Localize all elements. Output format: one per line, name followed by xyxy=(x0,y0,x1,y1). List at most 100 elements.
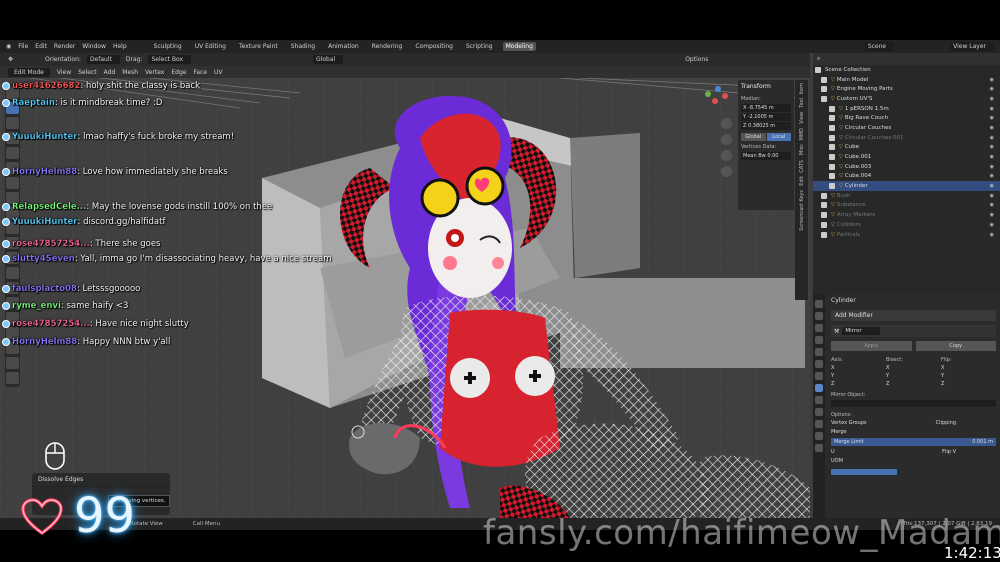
camera-view-icon[interactable] xyxy=(721,150,732,161)
menu-view[interactable]: View xyxy=(57,69,71,76)
outliner-item[interactable]: ▽ Array Markers ◉ xyxy=(813,210,1000,220)
menu-help[interactable]: Help xyxy=(113,43,127,50)
modifier-props-icon[interactable] xyxy=(815,384,823,392)
bisect-y-checkbox[interactable]: Y xyxy=(886,373,941,379)
scene-selector[interactable]: Scene xyxy=(864,42,895,51)
tab-tool[interactable]: Tool xyxy=(799,98,805,108)
eye-icon[interactable]: ◉ xyxy=(990,212,994,218)
options-dropdown[interactable]: Options xyxy=(685,56,708,63)
visibility-checkbox[interactable] xyxy=(821,202,827,209)
global-toggle[interactable]: Global xyxy=(741,133,766,141)
merge-checkbox[interactable]: Merge xyxy=(831,429,847,435)
modifier-name-field[interactable]: Mirror xyxy=(842,327,880,335)
vertex-groups-checkbox[interactable]: Vertex Groups xyxy=(831,420,867,426)
visibility-checkbox[interactable] xyxy=(829,183,835,190)
visibility-checkbox[interactable] xyxy=(821,86,827,93)
move-tool-icon[interactable] xyxy=(6,117,19,129)
visibility-checkbox[interactable] xyxy=(829,105,835,112)
tool-props-icon[interactable] xyxy=(815,300,823,308)
apply-button[interactable]: Apply xyxy=(831,341,912,351)
eye-icon[interactable]: ◉ xyxy=(990,115,994,121)
eye-icon[interactable]: ◉ xyxy=(990,202,994,208)
render-props-icon[interactable] xyxy=(815,312,823,320)
mirror-object-field[interactable] xyxy=(831,400,996,407)
eye-icon[interactable]: ◉ xyxy=(990,183,994,189)
outliner-item[interactable]: ▽ Circular Couches.001 ◉ xyxy=(813,133,1000,143)
menu-render[interactable]: Render xyxy=(54,43,75,50)
outliner-item[interactable]: ▽ Cube ◉ xyxy=(813,143,1000,153)
eye-icon[interactable]: ◉ xyxy=(990,173,994,179)
flip-u-checkbox[interactable]: U xyxy=(831,449,835,455)
visibility-checkbox[interactable] xyxy=(829,144,835,151)
outliner-item[interactable]: ▽ Cube.003 ◉ xyxy=(813,162,1000,172)
add-modifier-dropdown[interactable]: Add Modifier xyxy=(831,310,996,321)
tab-mmd[interactable]: MMD xyxy=(799,128,805,140)
outliner-item[interactable]: ▽ Particals ◉ xyxy=(813,230,1000,240)
visibility-checkbox[interactable] xyxy=(829,173,835,180)
tab-texture-paint[interactable]: Texture Paint xyxy=(236,42,281,51)
outliner-item[interactable]: ▽ Cube.001 ◉ xyxy=(813,152,1000,162)
move-tool-icon[interactable]: ✥ xyxy=(8,56,13,63)
tab-uv-editing[interactable]: UV Editing xyxy=(192,42,229,51)
tab-modeling[interactable]: Modeling xyxy=(502,42,536,51)
median-x-field[interactable]: X -8.7545 m xyxy=(741,104,791,112)
tab-rendering[interactable]: Rendering xyxy=(369,42,406,51)
visibility-checkbox[interactable] xyxy=(829,124,835,131)
zoom-icon[interactable] xyxy=(721,118,732,129)
uom-field[interactable]: UOM xyxy=(831,458,843,464)
visibility-checkbox[interactable] xyxy=(821,212,827,219)
mode-dropdown[interactable]: Edit Mode xyxy=(8,67,50,77)
menu-edit[interactable]: Edit xyxy=(35,43,47,50)
eye-icon[interactable]: ◉ xyxy=(990,96,994,102)
axis-x-checkbox[interactable]: X xyxy=(831,365,886,371)
tab-compositing[interactable]: Compositing xyxy=(412,42,456,51)
median-z-field[interactable]: Z 0.38025 m xyxy=(741,122,791,130)
tab-edit[interactable]: Edit xyxy=(799,176,805,186)
drag-dropdown[interactable]: Select Box xyxy=(148,55,192,64)
data-props-icon[interactable] xyxy=(815,432,823,440)
bisect-z-checkbox[interactable]: Z xyxy=(886,381,941,387)
menu-window[interactable]: Window xyxy=(82,43,106,50)
outliner-item[interactable]: ▽ Bush ◉ xyxy=(813,191,1000,201)
flip-z-checkbox[interactable]: Z xyxy=(941,381,996,387)
navigation-gizmo-icon[interactable] xyxy=(700,86,730,116)
axis-y-checkbox[interactable]: Y xyxy=(831,373,886,379)
particles-props-icon[interactable] xyxy=(815,396,823,404)
transform-orientation-dropdown[interactable]: Global xyxy=(313,55,344,64)
scene-collection[interactable]: Scene Collection xyxy=(813,65,1000,75)
median-y-field[interactable]: Y -2.1005 m xyxy=(741,113,791,121)
local-toggle[interactable]: Local xyxy=(766,133,791,141)
flip-y-checkbox[interactable]: Y xyxy=(941,373,996,379)
menu-mesh[interactable]: Mesh xyxy=(122,69,138,76)
outliner-search-icon[interactable]: ⌕ xyxy=(817,55,820,63)
clipping-checkbox[interactable]: Clipping xyxy=(936,420,956,426)
eye-icon[interactable]: ◉ xyxy=(990,77,994,83)
scale-tool-icon[interactable] xyxy=(6,147,19,159)
menu-select[interactable]: Select xyxy=(78,69,97,76)
object-props-icon[interactable] xyxy=(815,372,823,380)
eye-icon[interactable]: ◉ xyxy=(990,144,994,150)
axis-z-checkbox[interactable]: Z xyxy=(831,381,886,387)
view-layer-props-icon[interactable] xyxy=(815,336,823,344)
flip-v-checkbox[interactable]: Flip V xyxy=(942,449,956,455)
eye-icon[interactable]: ◉ xyxy=(990,164,994,170)
visibility-checkbox[interactable] xyxy=(829,115,835,122)
tab-animation[interactable]: Animation xyxy=(325,42,362,51)
knife-tool-icon[interactable] xyxy=(6,267,19,279)
annotate-tool-icon[interactable] xyxy=(6,177,19,189)
bisect-x-checkbox[interactable]: X xyxy=(886,365,941,371)
menu-add[interactable]: Add xyxy=(104,69,116,76)
eye-icon[interactable]: ◉ xyxy=(990,154,994,160)
offset-slider[interactable] xyxy=(831,469,897,475)
eye-icon[interactable]: ◉ xyxy=(990,222,994,228)
visibility-checkbox[interactable] xyxy=(829,154,835,161)
tab-misc[interactable]: Misc xyxy=(799,144,805,155)
eye-icon[interactable]: ◉ xyxy=(990,125,994,131)
outliner-item[interactable]: ▽ Custom UV'S ◉ xyxy=(813,94,1000,104)
mean-bevel-weight-field[interactable]: Mean Bw 0.00 xyxy=(741,152,791,160)
tab-cats[interactable]: CATS xyxy=(799,160,805,173)
menu-file[interactable]: File xyxy=(18,43,28,50)
world-props-icon[interactable] xyxy=(815,360,823,368)
constraints-props-icon[interactable] xyxy=(815,420,823,428)
visibility-checkbox[interactable] xyxy=(821,221,827,228)
